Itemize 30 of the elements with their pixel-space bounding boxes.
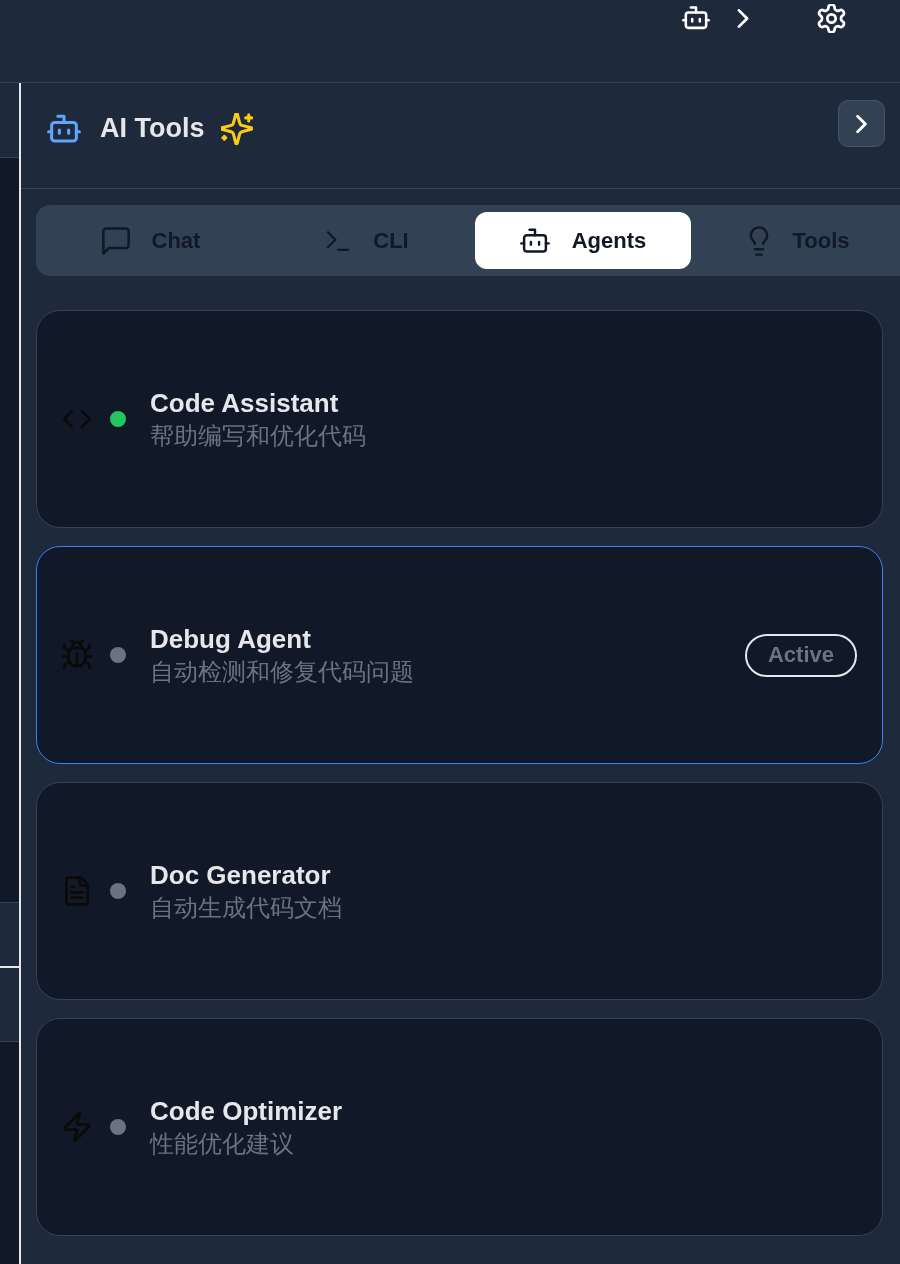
sparkle-icon	[220, 112, 253, 145]
agent-name: Debug Agent	[150, 624, 312, 654]
tab[interactable]: Agents	[475, 212, 691, 269]
status-badge: Active	[744, 633, 857, 677]
agent-name: Doc Generator	[150, 860, 332, 890]
agent-card[interactable]: Doc Generator 自动生成代码文档	[36, 782, 883, 1000]
settings-icon[interactable]	[817, 4, 846, 33]
chevron-right-icon	[856, 114, 867, 133]
agent-description: 性能优化建议	[150, 1130, 295, 1158]
code-icon	[62, 410, 92, 428]
lightbulb-icon	[748, 225, 771, 256]
document-icon	[65, 876, 89, 906]
agent-name: Code Assistant	[150, 388, 340, 418]
terminal-icon	[325, 230, 352, 251]
chevron-right-icon[interactable]	[737, 9, 749, 28]
robot-icon	[47, 113, 81, 144]
agent-name: Code Optimizer	[150, 1096, 343, 1126]
agent-card[interactable]: Code Optimizer 性能优化建议	[36, 1018, 883, 1236]
agent-description: 自动生成代码文档	[150, 894, 342, 922]
agent-card[interactable]: Code Assistant 帮助编写和优化代码	[36, 310, 883, 528]
robot-icon	[519, 227, 550, 254]
agent-description: 帮助编写和优化代码	[150, 422, 366, 450]
panel-title: AI Tools	[100, 115, 205, 142]
agent-description: 自动检测和修复代码问题	[150, 658, 414, 686]
robot-icon[interactable]	[682, 6, 710, 30]
collapse-button[interactable]	[838, 100, 885, 147]
agent-card[interactable]: Debug Agent 自动检测和修复代码问题 Active	[36, 546, 883, 764]
bug-icon	[62, 640, 92, 670]
chat-bubble-icon	[101, 226, 130, 255]
lightning-icon	[63, 1112, 91, 1142]
